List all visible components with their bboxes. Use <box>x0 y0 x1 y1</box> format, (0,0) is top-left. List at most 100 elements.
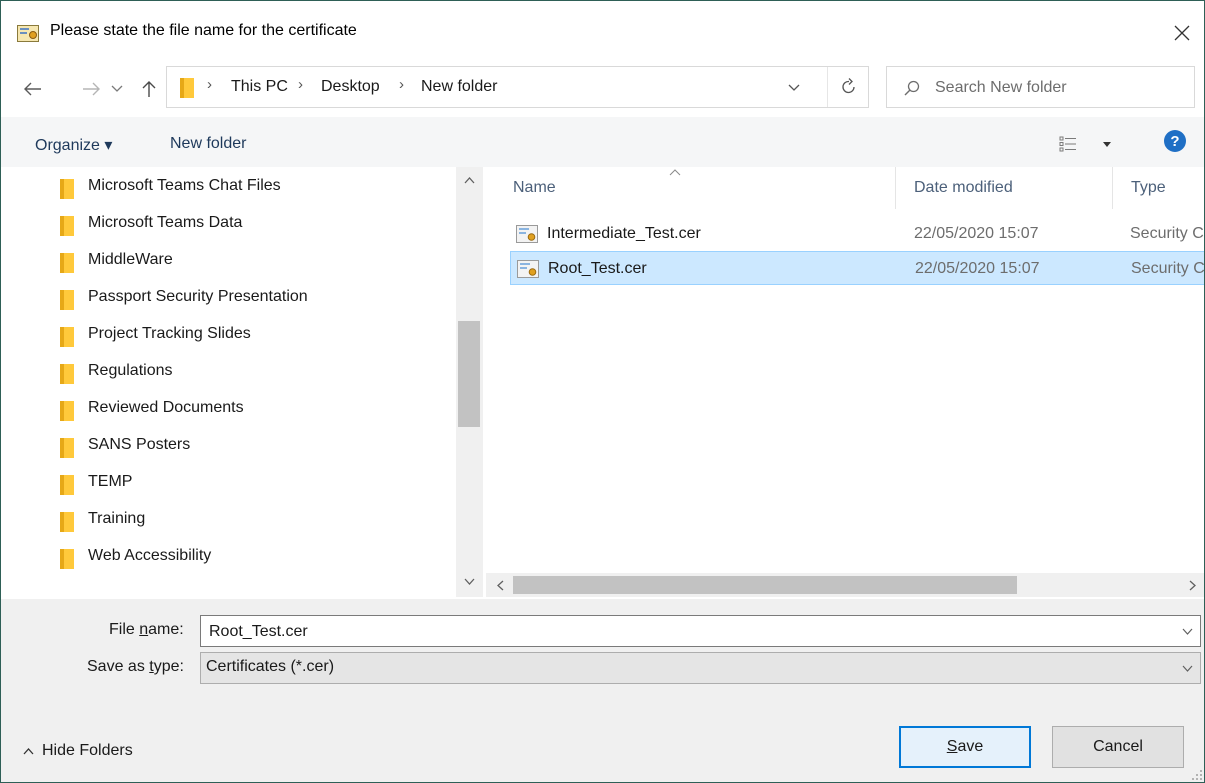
file-name-field[interactable] <box>200 615 1201 647</box>
search-input[interactable] <box>935 75 1185 101</box>
cancel-button[interactable]: Cancel <box>1052 726 1184 768</box>
chevron-left-icon <box>496 580 503 590</box>
caret-down-icon <box>1103 141 1111 147</box>
scroll-left-button[interactable] <box>490 576 510 594</box>
folder-icon <box>60 216 74 236</box>
up-button[interactable] <box>135 75 163 103</box>
navigation-bar: › This PC › Desktop › New folder <box>1 61 1204 115</box>
resize-grip-icon[interactable] <box>1188 766 1204 782</box>
address-dropdown-button[interactable] <box>779 75 809 101</box>
chevron-down-icon <box>464 578 474 585</box>
file-date-modified: 22/05/2020 15:07 <box>914 225 1039 242</box>
chevron-down-icon <box>1182 665 1192 672</box>
file-name: Root_Test.cer <box>548 260 647 277</box>
file-row[interactable]: Root_Test.cer 22/05/2020 15:07 Security Ce… <box>510 251 1204 285</box>
nav-folder-item[interactable]: TEMP <box>51 466 451 500</box>
hide-folders-label: Hide Folders <box>42 742 133 759</box>
scrollbar-thumb[interactable] <box>513 576 1017 594</box>
breadcrumb-desktop[interactable]: Desktop <box>321 78 380 96</box>
up-arrow-icon <box>142 81 156 97</box>
nav-folder-label: MiddleWare <box>88 251 173 268</box>
save-as-type-select[interactable]: Certificates (*.cer) <box>200 652 1201 684</box>
chevron-down-icon <box>788 84 800 91</box>
folder-icon <box>180 78 194 98</box>
recent-locations-button[interactable] <box>107 75 127 103</box>
change-view-button[interactable] <box>1059 131 1119 157</box>
file-row[interactable]: Intermediate_Test.cer 22/05/2020 15:07 Sec… <box>510 217 1204 251</box>
back-arrow-icon <box>24 82 41 96</box>
organize-menu-button[interactable]: Organize ▾ <box>35 135 112 155</box>
help-button[interactable]: ? <box>1164 130 1186 152</box>
nav-folder-item[interactable]: Web Accessibility <box>51 540 451 574</box>
label-text: Save as <box>87 658 150 675</box>
breadcrumb-new-folder[interactable]: New folder <box>421 78 497 96</box>
close-button[interactable] <box>1159 13 1204 53</box>
address-bar[interactable]: › This PC › Desktop › New folder <box>166 66 869 108</box>
nav-folder-item[interactable]: MiddleWare <box>51 244 451 278</box>
nav-folder-item[interactable]: Microsoft Teams Data <box>51 207 451 241</box>
file-list-pane: Name Date modified Type Intermediate_Tes… <box>486 167 1204 597</box>
nav-folder-label: SANS Posters <box>88 436 191 453</box>
breadcrumb-this-pc[interactable]: This PC <box>231 78 288 96</box>
nav-folder-item[interactable]: Microsoft Teams Chat Files <box>51 170 451 204</box>
folder-icon <box>60 401 74 421</box>
search-box[interactable] <box>886 66 1195 108</box>
file-type: Security Certificate <box>1130 225 1204 242</box>
nav-folder-item[interactable]: Regulations <box>51 355 451 389</box>
nav-folder-label: Microsoft Teams Data <box>88 214 243 231</box>
nav-folder-label: Microsoft Teams Chat Files <box>88 177 281 194</box>
column-header-type[interactable]: Type <box>1131 179 1166 197</box>
save-as-type-value: Certificates (*.cer) <box>206 658 335 675</box>
chevron-up-icon <box>464 176 474 183</box>
file-name-dropdown-button[interactable] <box>1178 622 1196 640</box>
navigation-pane: Microsoft Teams Chat Files Microsoft Team… <box>1 167 484 597</box>
chevron-down-icon <box>111 85 123 92</box>
forward-arrow-icon <box>83 82 100 96</box>
certificate-file-icon <box>516 225 538 243</box>
nav-folder-item[interactable]: SANS Posters <box>51 429 451 463</box>
new-folder-button[interactable]: New folder <box>170 135 246 153</box>
scrollbar-thumb[interactable] <box>458 321 480 427</box>
nav-folder-label: Regulations <box>88 362 173 379</box>
folder-icon <box>60 512 74 532</box>
folder-icon <box>60 364 74 384</box>
column-header-name[interactable]: Name <box>513 179 556 197</box>
scroll-right-button[interactable] <box>1182 576 1202 594</box>
label-text: ype: <box>153 658 184 675</box>
access-key: S <box>946 738 958 755</box>
nav-folder-item[interactable]: Project Tracking Slides <box>51 318 451 352</box>
nav-folder-item[interactable]: Reviewed Documents <box>51 392 451 426</box>
nav-folder-label: Passport Security Presentation <box>88 288 308 305</box>
nav-folder-label: Project Tracking Slides <box>88 325 251 342</box>
save-button[interactable]: Save <box>899 726 1031 768</box>
close-icon <box>1174 25 1190 41</box>
scroll-up-button[interactable] <box>458 172 480 188</box>
details-view-icon <box>1059 136 1076 152</box>
folder-icon <box>60 179 74 199</box>
column-divider[interactable] <box>1112 167 1113 209</box>
nav-folder-label: Web Accessibility <box>88 547 212 564</box>
title-bar: Please state the file name for the certi… <box>1 1 1204 59</box>
save-as-type-dropdown-button[interactable] <box>1178 659 1196 677</box>
folder-icon <box>60 549 74 569</box>
chevron-up-icon <box>23 747 34 754</box>
back-button[interactable] <box>19 75 47 103</box>
horizontal-scrollbar[interactable] <box>486 573 1204 597</box>
label-text: File <box>109 621 140 638</box>
nav-folder-label: Training <box>88 510 146 527</box>
nav-folder-item[interactable]: Training <box>51 503 451 537</box>
hide-folders-button[interactable]: Hide Folders <box>23 739 133 763</box>
sort-ascending-icon <box>669 169 681 176</box>
vertical-scrollbar[interactable] <box>456 167 483 597</box>
folder-icon <box>60 438 74 458</box>
command-toolbar: Organize ▾ New folder ? <box>1 117 1204 167</box>
refresh-button[interactable] <box>827 67 870 107</box>
forward-button[interactable] <box>77 75 105 103</box>
column-header-date-modified[interactable]: Date modified <box>914 179 1013 197</box>
column-divider[interactable] <box>895 167 896 209</box>
file-name-input[interactable] <box>209 620 1159 644</box>
nav-folder-item[interactable]: Passport Security Presentation <box>51 281 451 315</box>
file-name: Intermediate_Test.cer <box>547 225 701 242</box>
scroll-down-button[interactable] <box>458 573 480 589</box>
breadcrumb-separator: › <box>298 76 303 93</box>
